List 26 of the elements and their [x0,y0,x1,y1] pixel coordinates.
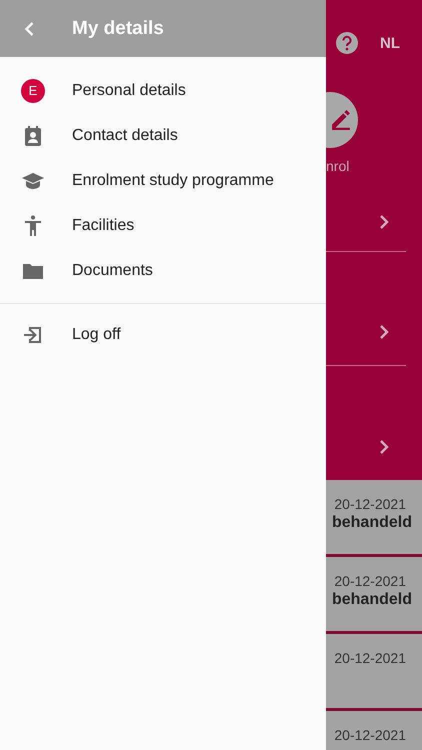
date-text: 20-12-2021 [334,496,406,512]
request-card[interactable]: 20-12-2021 [326,634,422,711]
chevron-right-icon[interactable] [378,439,390,455]
chevron-left-icon [24,22,34,36]
chevron-right-icon[interactable] [378,324,390,340]
request-card[interactable]: 20-12-2021 behandeld [326,557,422,634]
menu-item[interactable]: Contact details [72,126,178,144]
drawer-title: My details [72,18,164,40]
date-text: 20-12-2021 [334,573,406,589]
avatar: E [21,78,45,102]
menu-item[interactable]: Log off [72,326,121,344]
action-label: nrol [326,158,350,174]
menu-item[interactable]: Documents [72,262,153,280]
date-text: 20-12-2021 [334,727,406,743]
menu-item[interactable]: Personal details [72,82,186,100]
chevron-right-icon[interactable] [378,214,390,230]
status-text: behandeld [332,591,412,609]
request-card[interactable]: 20-12-2021 [326,711,422,750]
menu-item[interactable]: Enrolment study programme [72,172,274,190]
date-text: 20-12-2021 [334,650,406,666]
help-icon[interactable] [336,32,358,54]
language-button[interactable]: NL [380,34,400,52]
pencil-icon [332,110,350,130]
status-text: behandeld [332,514,412,532]
menu-item[interactable]: Facilities [72,216,134,234]
request-card[interactable]: 20-12-2021 behandeld [326,480,422,557]
